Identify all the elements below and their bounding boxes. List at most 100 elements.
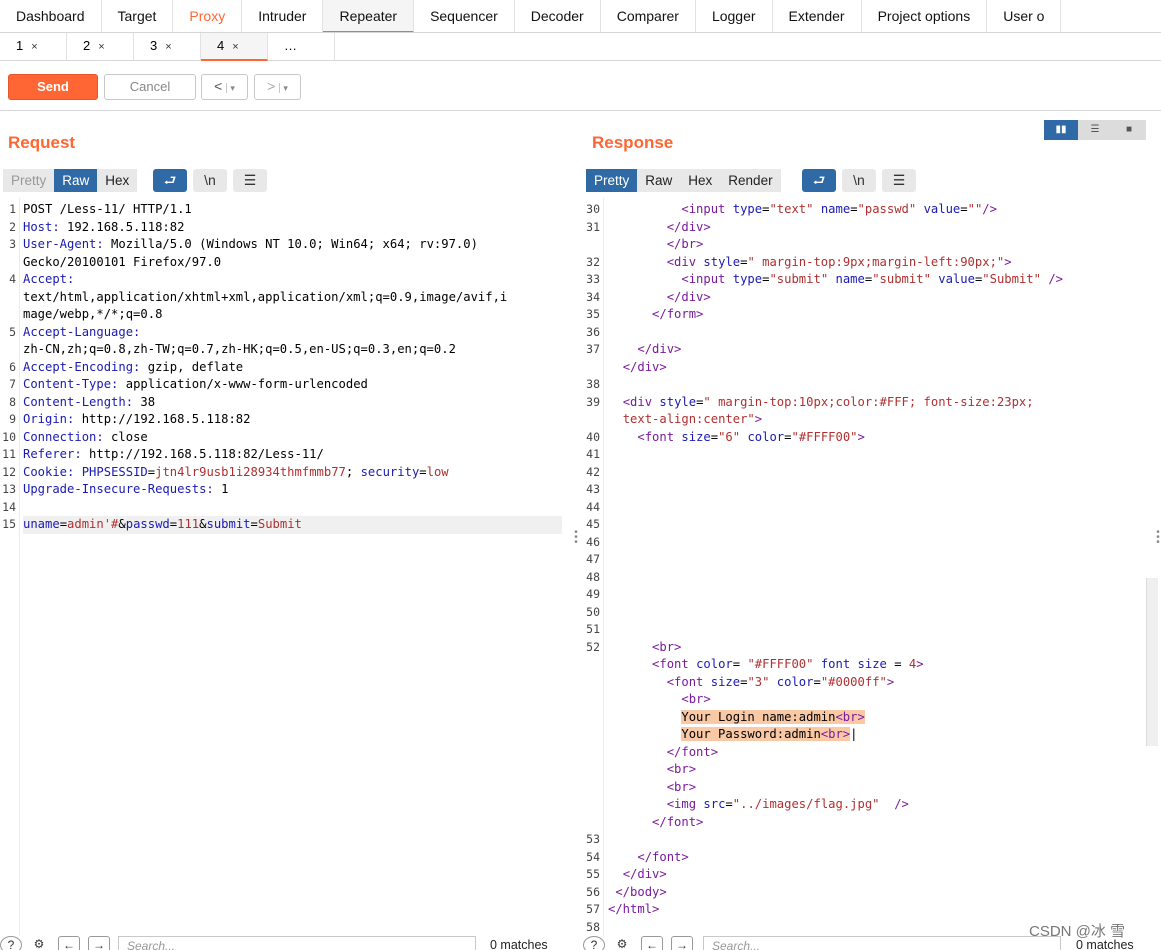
tabbed-layout-icon[interactable]: ■: [1112, 120, 1146, 140]
arrow-left-icon[interactable]: ←: [58, 936, 80, 950]
right-splitter[interactable]: • • •: [1155, 528, 1161, 548]
arrow-right-icon[interactable]: →: [671, 936, 693, 950]
code-token: =: [250, 517, 258, 531]
view-tab-hex[interactable]: Hex: [680, 169, 721, 192]
code-token: 111: [177, 517, 200, 531]
code-line: <br>: [608, 779, 696, 797]
code-line: text-align:center">: [608, 411, 762, 429]
view-tab-pretty[interactable]: Pretty: [3, 169, 55, 192]
code-token: uname: [23, 517, 60, 531]
code-token: "submit": [769, 272, 829, 286]
repeater-tab-label: 2: [83, 38, 91, 53]
request-view-tabs: Pretty Raw Hex: [3, 169, 138, 192]
main-tab-decoder[interactable]: Decoder: [515, 0, 601, 32]
code-token: color: [696, 657, 733, 671]
code-token: application/x-www-form-urlencoded: [118, 377, 368, 391]
gear-icon[interactable]: ⚙: [611, 936, 633, 950]
stacked-layout-icon[interactable]: ☰: [1078, 120, 1112, 140]
history-forward-button[interactable]: > ▾: [254, 74, 301, 100]
send-button[interactable]: Send: [8, 74, 98, 100]
repeater-tab-label: 1: [16, 38, 24, 53]
line-number: 52: [586, 639, 600, 654]
history-back-button[interactable]: < ▾: [201, 74, 248, 100]
code-token: =: [886, 657, 909, 671]
code-token: " margin-top:9px;margin-left:90px;": [747, 254, 1005, 269]
response-editor[interactable]: 30 <input type="text" name="passwd" valu…: [578, 198, 1146, 936]
repeater-tab[interactable]: 1 ×: [0, 33, 67, 61]
close-icon[interactable]: ×: [232, 41, 238, 53]
arrow-right-icon[interactable]: →: [88, 936, 110, 950]
repeater-tab[interactable]: 3 ×: [134, 33, 201, 61]
line-number: 3: [9, 237, 16, 251]
chevron-left-icon: <: [214, 78, 223, 94]
repeater-tab[interactable]: 2 ×: [67, 33, 134, 61]
code-token: text-align:center": [622, 412, 755, 426]
view-tab-render[interactable]: Render: [720, 169, 781, 192]
code-line: <br>: [608, 691, 710, 709]
main-tab-dashboard[interactable]: Dashboard: [0, 0, 102, 32]
chevron-down-icon[interactable]: ▾: [226, 83, 235, 93]
menu-icon[interactable]: ☰: [233, 169, 267, 192]
code-line: <input type="submit" name="submit" value…: [608, 271, 1063, 289]
code-line: Referer: http://192.168.5.118:82/Less-11…: [23, 446, 324, 464]
gear-icon[interactable]: ⚙: [28, 936, 50, 950]
wrap-lines-icon[interactable]: ⮐: [153, 169, 187, 192]
search-input[interactable]: Search...: [703, 936, 1061, 950]
close-icon[interactable]: ×: [165, 41, 171, 53]
line-number: 48: [586, 569, 600, 584]
wrap-lines-icon[interactable]: ⮐: [802, 169, 836, 192]
code-token: zh-CN,zh;q=0.8,zh-TW;q=0.7,zh-HK;q=0.5,e…: [23, 342, 456, 356]
view-tab-raw[interactable]: Raw: [54, 169, 98, 192]
request-title: Request: [8, 133, 76, 152]
main-tab-comparer[interactable]: Comparer: [601, 0, 696, 32]
main-tab-repeater[interactable]: Repeater: [323, 0, 415, 32]
main-tab-user-o[interactable]: User o: [987, 0, 1062, 32]
request-editor[interactable]: 1 POST /Less-11/ HTTP/1.1 2 Host: 192.168.5…: [0, 198, 562, 936]
code-token: </br>: [666, 237, 704, 251]
help-icon[interactable]: ?: [0, 936, 22, 950]
response-scrollbar[interactable]: [1146, 578, 1158, 746]
close-icon[interactable]: ×: [31, 41, 37, 53]
newline-toggle-icon[interactable]: \n: [842, 169, 876, 192]
main-tab-intruder[interactable]: Intruder: [242, 0, 324, 32]
newline-toggle-icon[interactable]: \n: [193, 169, 227, 192]
chevron-down-icon[interactable]: ▾: [279, 83, 288, 93]
code-token: <div: [622, 394, 653, 409]
search-input[interactable]: Search...: [118, 936, 476, 950]
line-number: 30: [586, 202, 600, 216]
menu-icon[interactable]: ☰: [882, 169, 916, 192]
view-tab-pretty[interactable]: Pretty: [586, 169, 638, 192]
code-line: </div>: [608, 289, 711, 307]
view-tab-raw[interactable]: Raw: [637, 169, 681, 192]
code-token: Submit: [257, 517, 302, 531]
code-line: <div style=" margin-top:10px;color:#FFF;…: [608, 394, 1034, 412]
side-by-side-layout-icon[interactable]: ▮▮: [1044, 120, 1078, 140]
chevron-right-icon: >: [267, 78, 276, 94]
cancel-button[interactable]: Cancel: [104, 74, 196, 100]
close-icon[interactable]: ×: [98, 41, 104, 53]
view-tab-hex[interactable]: Hex: [97, 169, 138, 192]
help-icon[interactable]: ?: [583, 936, 605, 950]
main-tab-logger[interactable]: Logger: [696, 0, 773, 32]
main-tab-target[interactable]: Target: [102, 0, 174, 32]
line-number: 38: [586, 377, 600, 391]
code-line: </font>: [608, 849, 688, 867]
code-token: "#FFFF00": [747, 657, 814, 671]
arrow-left-icon[interactable]: ←: [641, 936, 663, 950]
main-tab-sequencer[interactable]: Sequencer: [414, 0, 515, 32]
code-line: <font size="6" color="#FFFF00">: [608, 429, 865, 447]
repeater-tab[interactable]: …: [268, 33, 335, 61]
code-token: "6": [718, 429, 741, 444]
main-tab-project-options[interactable]: Project options: [862, 0, 988, 32]
code-token: "": [967, 202, 983, 216]
line-number: 14: [2, 499, 16, 514]
code-token: "../images/flag.jpg": [732, 797, 880, 811]
repeater-tab[interactable]: 4 ×: [201, 33, 268, 61]
main-tab-proxy[interactable]: Proxy: [173, 0, 243, 32]
main-tab-extender[interactable]: Extender: [773, 0, 862, 32]
